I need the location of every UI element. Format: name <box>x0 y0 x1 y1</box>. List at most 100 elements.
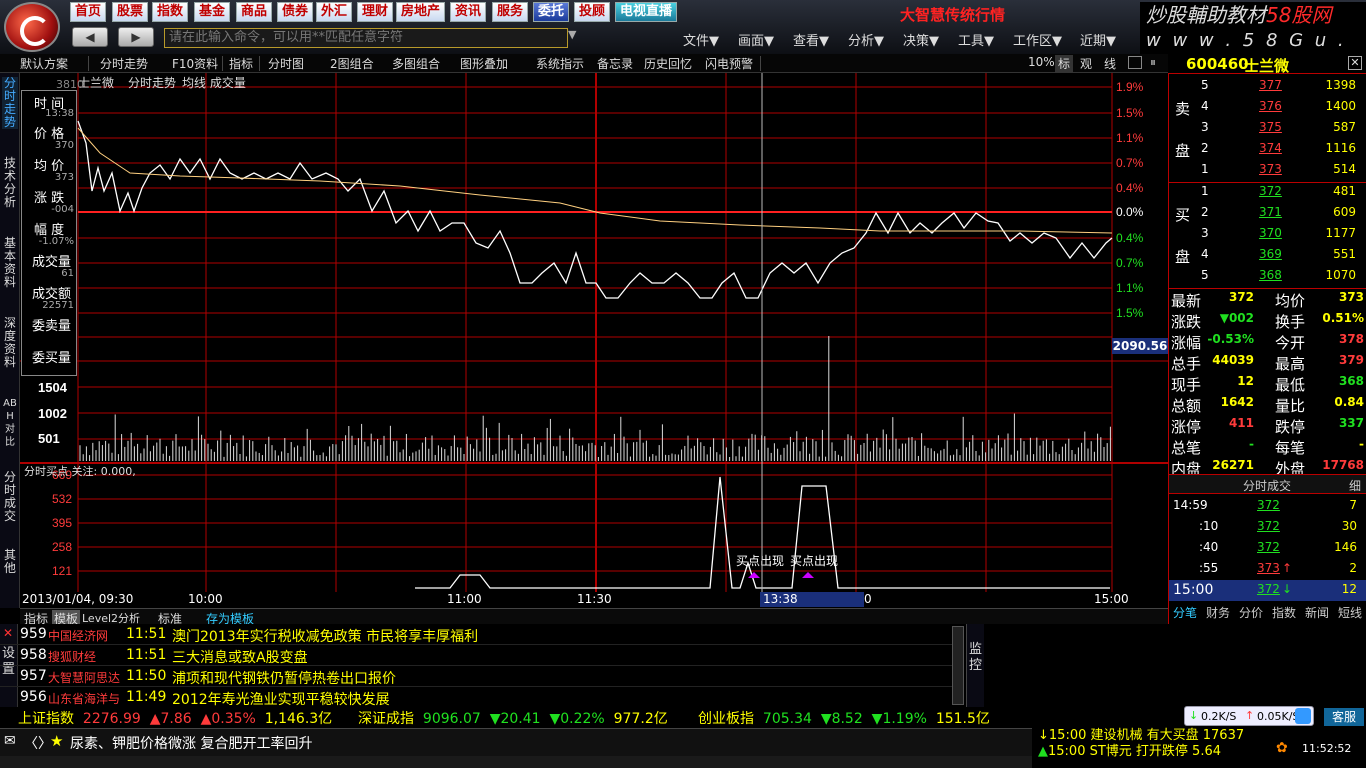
trade-row[interactable]: :10 372 30 <box>1169 517 1366 538</box>
mail-icon[interactable]: ✉ <box>4 733 16 749</box>
alert-2[interactable]: ▲15:00 ST博元 打开跌停 5.64 <box>1038 740 1221 759</box>
window-restore-icon[interactable] <box>1128 56 1142 69</box>
vtab-deep-info[interactable]: 深度资料 <box>2 317 18 369</box>
buy-price[interactable]: 369 <box>1259 247 1282 261</box>
nav-forex-button[interactable]: 外汇 <box>316 2 353 22</box>
menu-decision[interactable]: 决策▼ <box>903 30 939 49</box>
toolbar-alert[interactable]: 闪电预警 <box>705 55 753 72</box>
nav-stock-button[interactable]: 股票 <box>112 2 149 22</box>
stat-label: 涨停 <box>1171 418 1202 436</box>
quote-tab[interactable]: 新闻 <box>1305 604 1329 621</box>
toolbar-watch[interactable]: 观 <box>1080 55 1092 72</box>
index-item[interactable]: 上证指数 2276.99 ▲7.86 ▲0.35% 1,146.3亿 <box>18 708 332 728</box>
nav-home-button[interactable]: 首页 <box>70 2 107 22</box>
forward-button[interactable]: ▶ <box>118 27 154 47</box>
news-scrollbar[interactable] <box>952 626 964 705</box>
toolbar-indicator[interactable]: 指标 <box>229 55 253 72</box>
command-input[interactable]: 请在此输入命令，可以用**匹配任意字符 <box>164 28 568 48</box>
quote-tab[interactable]: 短线 <box>1338 604 1362 621</box>
nav-realestate-button[interactable]: 房地产 <box>396 2 446 22</box>
nav-finance-button[interactable]: 理财 <box>357 2 394 22</box>
news-row[interactable]: 958 搜狐财经 11:51 三大消息或致A股变盘 <box>0 645 955 666</box>
trade-row[interactable]: :40 372 146 <box>1169 538 1366 559</box>
app-logo[interactable] <box>4 2 60 52</box>
buy-price[interactable]: 372 <box>1259 184 1282 198</box>
stat-label: 均价 <box>1275 292 1306 310</box>
monitor-button[interactable]: 监控 <box>969 642 983 674</box>
index-item[interactable]: 创业板指 705.34 ▼8.52 ▼1.19% 151.5亿 <box>698 708 990 728</box>
trade-row[interactable]: 15:00 372 ↓ 12 <box>1169 580 1366 601</box>
indicator-title: 分时买点 关注: 0.000, <box>24 465 136 478</box>
news-panel: ✕ 设置 959 中国经济网 11:51 澳门2013年实行税收减免政策 市民将… <box>0 624 1000 708</box>
buy-price[interactable]: 371 <box>1259 205 1282 219</box>
toolbar-2chart[interactable]: 2图组合 <box>330 55 374 72</box>
toolbar-system-indicator[interactable]: 系统指示 <box>536 55 584 72</box>
nav-advisor-button[interactable]: 投顾 <box>574 2 611 22</box>
toolbar-memo[interactable]: 备忘录 <box>597 55 633 72</box>
vtab-technical[interactable]: 技术分析 <box>2 157 18 209</box>
menu-tools[interactable]: 工具▼ <box>958 30 994 49</box>
sell-price[interactable]: 373 <box>1259 162 1282 176</box>
toolbar-line[interactable]: 线 <box>1104 55 1116 72</box>
sell-price[interactable]: 377 <box>1259 78 1282 92</box>
nav-bond-button[interactable]: 债券 <box>277 2 314 22</box>
toolbar-intraday[interactable]: 分时走势 <box>100 55 148 72</box>
quote-tab[interactable]: 财务 <box>1206 604 1230 621</box>
sell-price[interactable]: 374 <box>1259 141 1282 155</box>
ie-icon[interactable] <box>1295 708 1311 724</box>
vtab-other[interactable]: 其他 <box>2 549 18 575</box>
quote-tab[interactable]: 分价 <box>1239 604 1263 621</box>
star-icon[interactable]: ★ <box>50 732 63 750</box>
prev-icon[interactable]: 〈 <box>24 733 38 753</box>
news-row[interactable]: 956 山东省海洋与 11:49 2012年寿光渔业实现平稳较快发展 <box>0 687 955 708</box>
menu-view[interactable]: 画面▼ <box>738 30 774 49</box>
index-item[interactable]: 深证成指 9096.07 ▼20.41 ▼0.22% 977.2亿 <box>358 708 668 728</box>
menu-file[interactable]: 文件▼ <box>683 30 719 49</box>
toolbar-f10[interactable]: F10资料 <box>172 55 218 72</box>
settings-icon[interactable]: ✿ <box>1276 740 1288 756</box>
toolbar-multichart[interactable]: 多图组合 <box>392 55 440 72</box>
panel-toggle-icon[interactable]: ⏸ <box>1150 55 1156 70</box>
command-dropdown-icon[interactable]: ▼ <box>568 28 576 41</box>
help-button[interactable]: 客服 <box>1324 708 1364 726</box>
toolbar-mark[interactable]: 标 <box>1055 55 1074 72</box>
pct-label: 1.9% <box>1116 80 1144 94</box>
sell-price[interactable]: 376 <box>1259 99 1282 113</box>
nav-trade-button[interactable]: 委托 <box>533 2 570 22</box>
back-button[interactable]: ◀ <box>72 27 108 47</box>
nav-service-button[interactable]: 服务 <box>492 2 529 22</box>
news-row[interactable]: 959 中国经济网 11:51 澳门2013年实行税收减免政策 市民将享丰厚福利 <box>0 624 955 645</box>
nav-commodity-button[interactable]: 商品 <box>236 2 273 22</box>
toolbar-history[interactable]: 历史回忆 <box>644 55 692 72</box>
close-icon[interactable]: ✕ <box>1348 56 1362 70</box>
vtab-basic-info[interactable]: 基本资料 <box>2 237 18 289</box>
buy-volume: 1177 <box>1325 226 1356 240</box>
intraday-chart[interactable]: 1.9% 1.5% 1.1% 0.7% 0.4% 0.0% 0.4% 0.7% 1.1% 1.5%… <box>20 73 1168 608</box>
vtab-intraday[interactable]: 分时走势 <box>2 77 18 129</box>
toolbar-overlay[interactable]: 图形叠加 <box>460 55 508 72</box>
vtab-trades[interactable]: 分时成交 <box>2 471 18 523</box>
menu-analysis[interactable]: 分析▼ <box>848 30 884 49</box>
menu-recent[interactable]: 近期▼ <box>1080 30 1116 49</box>
trade-row[interactable]: :55 373 ↑ 2 <box>1169 559 1366 580</box>
sell-price[interactable]: 375 <box>1259 120 1282 134</box>
nav-index-button[interactable]: 指数 <box>152 2 189 22</box>
nav-news-button[interactable]: 资讯 <box>450 2 487 22</box>
trade-row[interactable]: 14:59 372 7 <box>1169 496 1366 517</box>
toolbar-10pct[interactable]: 10% <box>1028 55 1055 69</box>
quote-tab[interactable]: 分笔 <box>1173 604 1197 621</box>
menu-look[interactable]: 查看▼ <box>793 30 829 49</box>
ticker-text[interactable]: 尿素、钾肥价格微涨 复合肥开工率回升 <box>70 733 312 753</box>
nav-fund-button[interactable]: 基金 <box>194 2 231 22</box>
buy-price[interactable]: 368 <box>1259 268 1282 282</box>
menu-workspace[interactable]: 工作区▼ <box>1013 30 1062 49</box>
time-tick: 15:00 <box>1094 592 1129 606</box>
buy-price[interactable]: 370 <box>1259 226 1282 240</box>
toolbar-default-scheme[interactable]: 默认方案 <box>20 55 68 72</box>
info-time-value: 13:38 <box>45 108 74 119</box>
news-row[interactable]: 957 大智慧阿思达 11:50 浦项和现代钢铁仍暂停热卷出口报价 <box>0 666 955 687</box>
vtab-abh-compare[interactable]: ABH对比 <box>2 397 18 449</box>
toolbar-intraday-chart[interactable]: 分时图 <box>268 55 304 72</box>
quote-tab[interactable]: 指数 <box>1272 604 1296 621</box>
nav-tv-button[interactable]: 电视直播 <box>615 2 678 22</box>
